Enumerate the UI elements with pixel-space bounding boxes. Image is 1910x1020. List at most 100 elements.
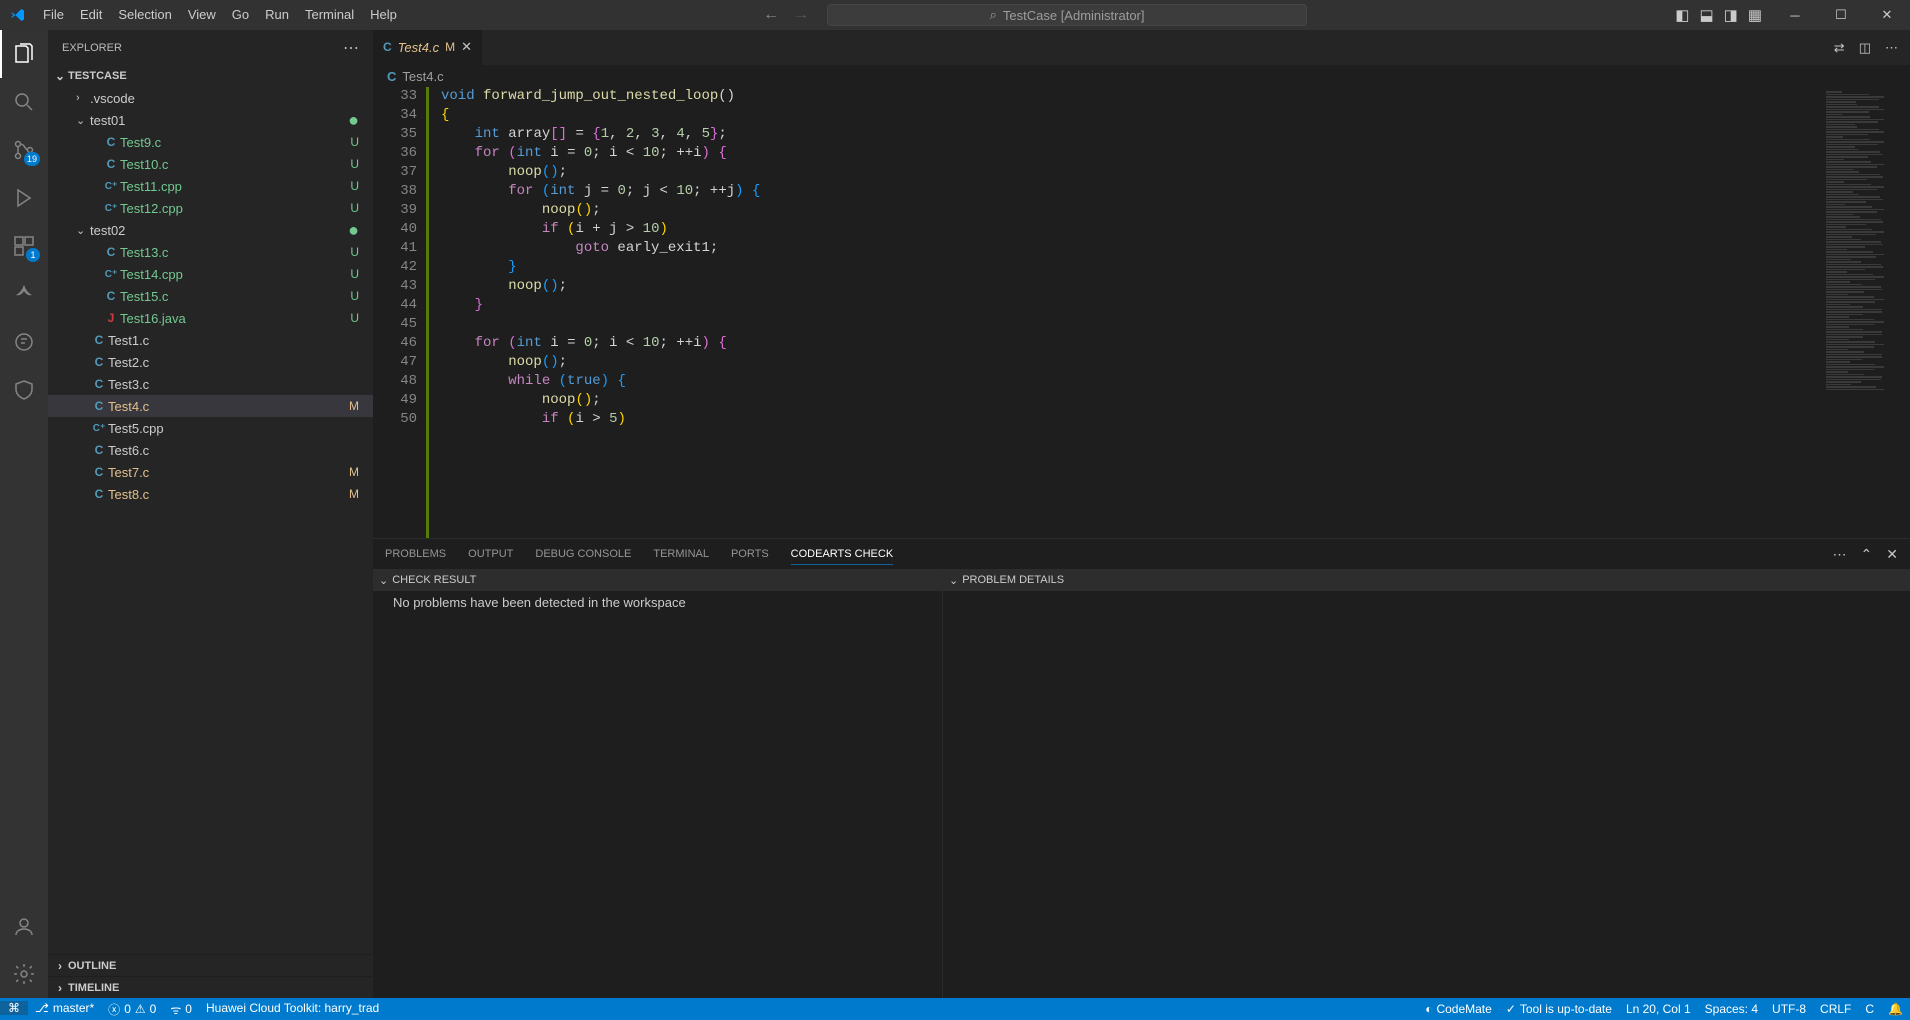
more-actions-icon[interactable]: ⋯ [1885, 40, 1898, 56]
file-row[interactable]: CTest15.cU [48, 285, 373, 307]
codearts-icon[interactable] [0, 318, 48, 366]
file-label: Test16.java [120, 311, 373, 326]
sidebar-header: EXPLORER ⋯ [48, 30, 373, 65]
file-row[interactable]: CTest10.cU [48, 153, 373, 175]
huawei-icon[interactable] [0, 270, 48, 318]
minimize-button[interactable]: ─ [1772, 0, 1818, 30]
panel-maximize-icon[interactable]: ⌃ [1861, 546, 1873, 563]
toggle-primary-sidebar-icon[interactable]: ◧ [1675, 6, 1689, 24]
error-icon: ⓧ [108, 1001, 120, 1018]
notifications-icon[interactable]: 🔔 [1881, 1002, 1910, 1016]
menu-edit[interactable]: Edit [72, 0, 110, 30]
menu-go[interactable]: Go [224, 0, 257, 30]
split-editor-icon[interactable]: ◫ [1859, 40, 1871, 56]
git-branch[interactable]: ⎇master* [28, 1001, 101, 1015]
file-row[interactable]: C⁺Test5.cpp [48, 417, 373, 439]
source-control-icon[interactable]: 19 [0, 126, 48, 174]
folder-row[interactable]: ⌄test02● [48, 219, 373, 241]
menu-file[interactable]: File [35, 0, 72, 30]
chevron-down-icon: ⌄ [379, 574, 388, 587]
shield-icon[interactable] [0, 366, 48, 414]
file-label: Test7.c [108, 465, 373, 480]
editor-tab[interactable]: C Test4.c M ✕ [373, 30, 483, 65]
panel-tab-ports[interactable]: PORTS [731, 544, 769, 564]
panel-tab-problems[interactable]: PROBLEMS [385, 544, 446, 564]
file-row[interactable]: CTest4.cM [48, 395, 373, 417]
language-status[interactable]: C [1858, 1002, 1881, 1016]
file-row[interactable]: CTest3.c [48, 373, 373, 395]
compare-changes-icon[interactable]: ⇄ [1834, 40, 1845, 56]
timeline-header[interactable]: › TIMELINE [48, 976, 373, 998]
menu-run[interactable]: Run [257, 0, 297, 30]
outline-header[interactable]: › OUTLINE [48, 954, 373, 976]
file-row[interactable]: C⁺Test14.cppU [48, 263, 373, 285]
panel-more-icon[interactable]: ⋯ [1833, 546, 1847, 563]
file-row[interactable]: C⁺Test12.cppU [48, 197, 373, 219]
toggle-secondary-sidebar-icon[interactable]: ◨ [1724, 6, 1738, 24]
panel-tab-codearts-check[interactable]: CODEARTS CHECK [791, 544, 893, 565]
tab-bar: C Test4.c M ✕ ⇄ ◫ ⋯ [373, 30, 1910, 65]
file-row[interactable]: CTest7.cM [48, 461, 373, 483]
file-row[interactable]: CTest9.cU [48, 131, 373, 153]
huawei-toolkit-status[interactable]: Huawei Cloud Toolkit: harry_trad [199, 1001, 386, 1015]
settings-gear-icon[interactable] [0, 950, 48, 998]
panel-close-icon[interactable]: ✕ [1886, 546, 1898, 563]
maximize-button[interactable]: ☐ [1818, 0, 1864, 30]
file-row[interactable]: CTest1.c [48, 329, 373, 351]
tool-uptodate-status[interactable]: ✓Tool is up-to-date [1499, 1002, 1619, 1016]
panel-tab-output[interactable]: OUTPUT [468, 544, 513, 564]
menubar: FileEditSelectionViewGoRunTerminalHelp [35, 0, 405, 30]
git-decoration: M [349, 399, 359, 413]
code-content[interactable]: void forward_jump_out_nested_loop(){ int… [435, 87, 1820, 538]
extensions-icon[interactable]: 1 [0, 222, 48, 270]
editor-area: C Test4.c M ✕ ⇄ ◫ ⋯ C Test4.c 3334353637… [373, 30, 1910, 998]
problems-status[interactable]: ⓧ0 ⚠0 [101, 1001, 163, 1018]
minimap[interactable] [1820, 87, 1910, 538]
file-label: Test10.c [120, 157, 373, 172]
explorer-icon[interactable] [0, 30, 48, 78]
tab-modified-badge: M [445, 40, 455, 54]
close-button[interactable]: ✕ [1864, 0, 1910, 30]
eol-status[interactable]: CRLF [1813, 1002, 1858, 1016]
file-label: Test11.cpp [120, 179, 373, 194]
tab-close-icon[interactable]: ✕ [461, 39, 472, 55]
toggle-panel-icon[interactable]: ⬓ [1699, 6, 1713, 24]
root-name: TESTCASE [68, 70, 127, 82]
breadcrumb[interactable]: C Test4.c [373, 65, 1910, 87]
menu-view[interactable]: View [180, 0, 224, 30]
menu-help[interactable]: Help [362, 0, 405, 30]
nav-back-icon[interactable]: ← [763, 6, 779, 24]
tab-filename: Test4.c [398, 40, 439, 55]
problem-details-header[interactable]: ⌄ PROBLEM DETAILS [943, 569, 1910, 591]
check-result-header[interactable]: ⌄ CHECK RESULT [373, 569, 942, 591]
file-row[interactable]: C⁺Test11.cppU [48, 175, 373, 197]
file-row[interactable]: CTest8.cM [48, 483, 373, 505]
menu-terminal[interactable]: Terminal [297, 0, 362, 30]
accounts-icon[interactable] [0, 902, 48, 950]
run-debug-icon[interactable] [0, 174, 48, 222]
panel-tab-terminal[interactable]: TERMINAL [653, 544, 709, 564]
folder-row[interactable]: ⌄test01● [48, 109, 373, 131]
explorer-root-header[interactable]: ⌄ TESTCASE [48, 65, 373, 87]
search-icon[interactable] [0, 78, 48, 126]
remote-indicator[interactable]: ⌘ [0, 1001, 28, 1015]
command-center[interactable]: ⌕ TestCase [Administrator] [827, 4, 1307, 26]
cursor-position[interactable]: Ln 20, Col 1 [1619, 1002, 1698, 1016]
cpp-file-icon: C⁺ [102, 203, 120, 214]
file-row[interactable]: CTest13.cU [48, 241, 373, 263]
file-row[interactable]: JTest16.javaU [48, 307, 373, 329]
command-center-text: TestCase [Administrator] [1003, 8, 1145, 23]
sidebar-more-icon[interactable]: ⋯ [343, 38, 359, 58]
codemate-status[interactable]: ◐CodeMate [1418, 1002, 1499, 1016]
file-row[interactable]: CTest2.c [48, 351, 373, 373]
indentation-status[interactable]: Spaces: 4 [1698, 1002, 1765, 1016]
nav-forward-icon[interactable]: → [793, 6, 809, 24]
ports-status[interactable]: ᯤ0 [163, 1001, 199, 1018]
encoding-status[interactable]: UTF-8 [1765, 1002, 1813, 1016]
c-file-icon: C [90, 399, 108, 413]
customize-layout-icon[interactable]: ▦ [1748, 6, 1762, 24]
panel-tab-debug-console[interactable]: DEBUG CONSOLE [535, 544, 631, 564]
menu-selection[interactable]: Selection [110, 0, 179, 30]
file-row[interactable]: CTest6.c [48, 439, 373, 461]
folder-row[interactable]: ›.vscode [48, 87, 373, 109]
